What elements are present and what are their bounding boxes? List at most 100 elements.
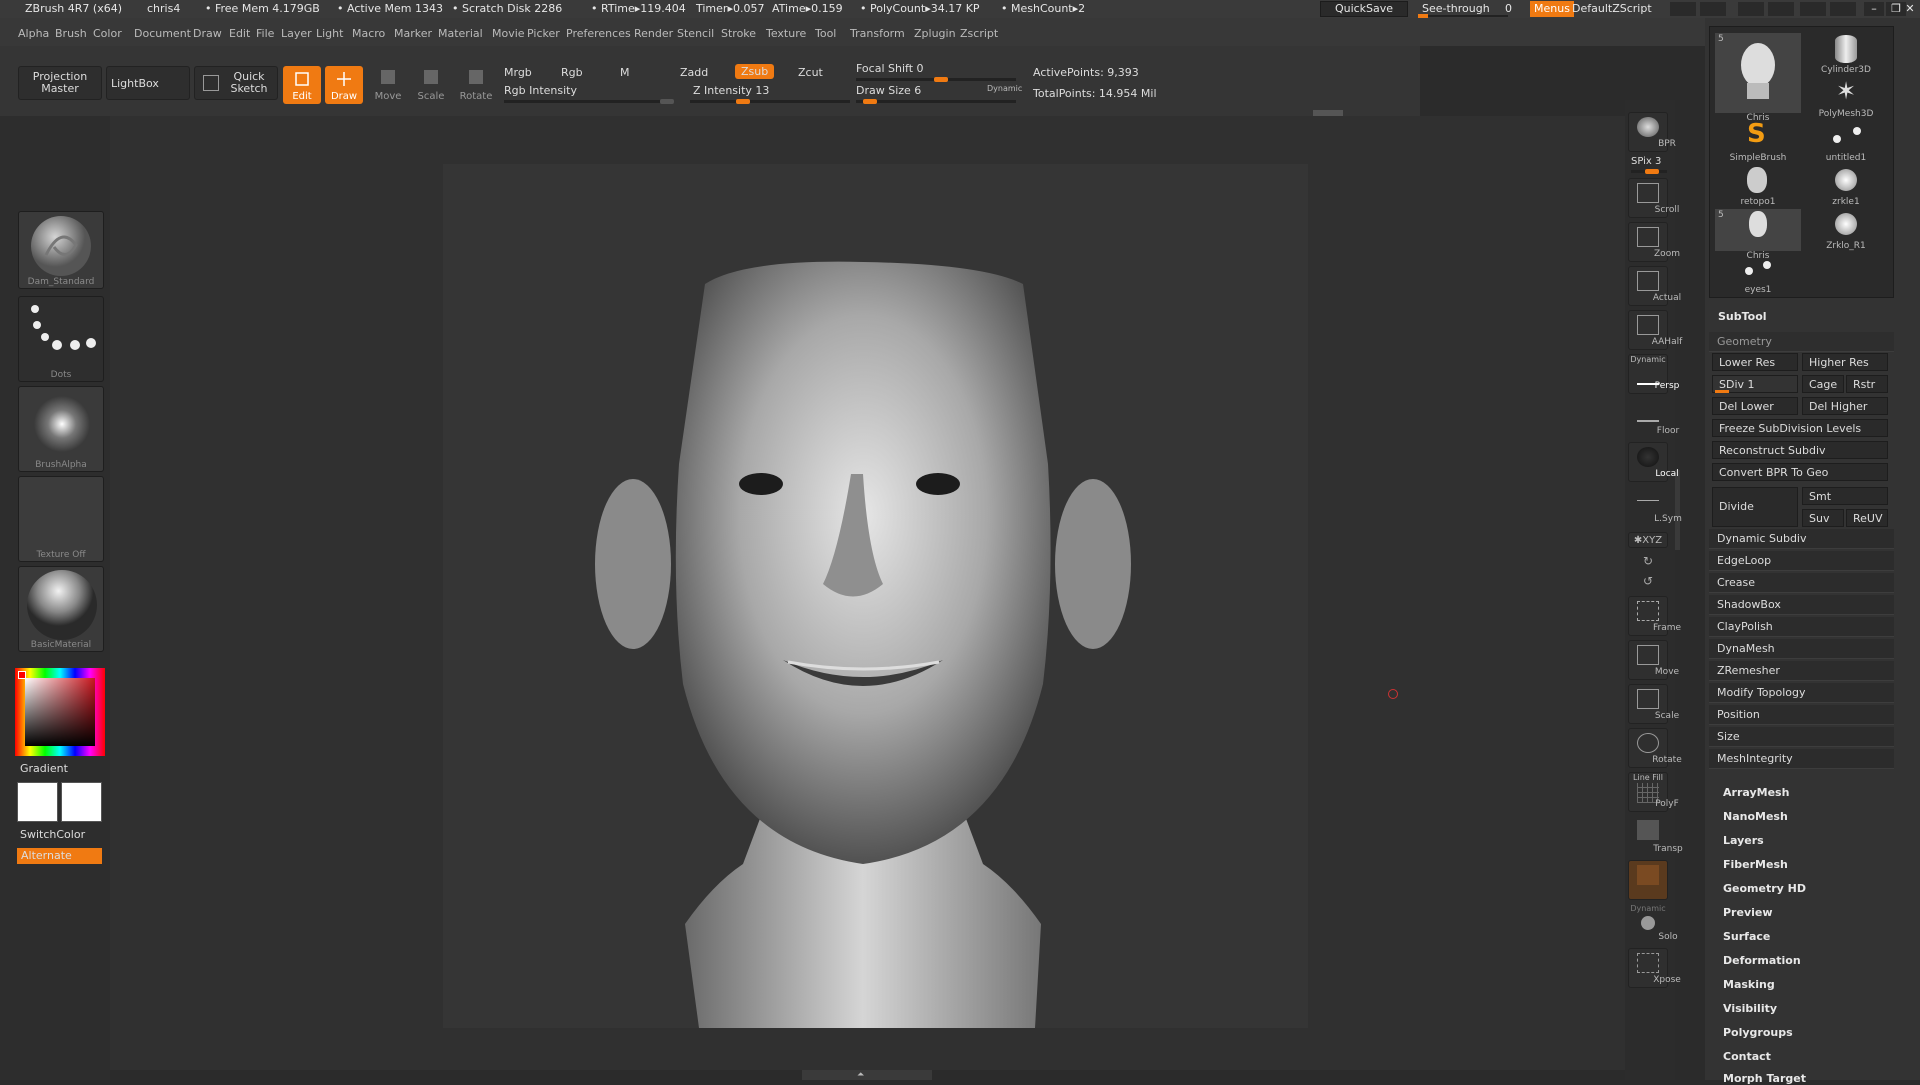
menu-stencil[interactable]: Stencil: [677, 27, 714, 40]
script-icon[interactable]: [1830, 2, 1856, 16]
lock-icon[interactable]: [1800, 2, 1826, 16]
menu-tool[interactable]: Tool: [815, 27, 836, 40]
morph-target-section[interactable]: Morph Target: [1723, 1072, 1806, 1085]
menu-texture[interactable]: Texture: [766, 27, 806, 40]
menu-render[interactable]: Render: [634, 27, 673, 40]
spix-track[interactable]: [1631, 169, 1667, 174]
menu-marker[interactable]: Marker: [394, 27, 432, 40]
rgb-button[interactable]: Rgb: [561, 66, 583, 79]
draw-size-knob[interactable]: [863, 99, 877, 104]
convert-bpr-button[interactable]: Convert BPR To Geo: [1712, 463, 1888, 481]
zsub-button[interactable]: Zsub: [735, 64, 775, 79]
menu-document[interactable]: Document: [134, 27, 191, 40]
rstr-button[interactable]: Rstr: [1846, 375, 1888, 393]
meshintegrity-section[interactable]: MeshIntegrity: [1709, 749, 1894, 769]
color-marker-icon[interactable]: [18, 671, 26, 679]
move-view-button[interactable]: Move: [1628, 640, 1679, 680]
menu-edit[interactable]: Edit: [229, 27, 250, 40]
rotate-y-icon[interactable]: ↻: [1643, 554, 1653, 568]
tool-retopo1[interactable]: retopo1: [1715, 165, 1801, 207]
smt-toggle[interactable]: Smt: [1802, 487, 1888, 505]
scale-button[interactable]: Scale: [412, 66, 450, 104]
menus-button[interactable]: Menus: [1530, 1, 1574, 17]
dynamic-button[interactable]: Dynamic: [987, 84, 1022, 93]
rgb-intensity-track[interactable]: [504, 99, 674, 104]
zcut-button[interactable]: Zcut: [798, 66, 823, 79]
z-intensity-slider[interactable]: Z Intensity 13: [693, 84, 769, 97]
tool-zrklo-r1[interactable]: Zrklo_R1: [1803, 209, 1889, 251]
scroll-button[interactable]: Scroll: [1628, 178, 1679, 218]
menu-alpha[interactable]: Alpha: [18, 27, 49, 40]
menu-draw[interactable]: Draw: [193, 27, 222, 40]
tool-chris-2[interactable]: 5 Chris: [1715, 209, 1801, 261]
layout-right-icon[interactable]: [1700, 2, 1726, 16]
spix-knob[interactable]: [1645, 169, 1659, 174]
color-square[interactable]: [25, 678, 95, 746]
quick-sketch-button[interactable]: Quick Sketch: [194, 66, 278, 100]
edgeloop-section[interactable]: EdgeLoop: [1709, 551, 1894, 571]
right-tray-handle[interactable]: [1675, 470, 1680, 550]
actual-button[interactable]: Actual: [1628, 266, 1681, 306]
menu-picker[interactable]: Picker: [527, 27, 560, 40]
document-canvas[interactable]: [443, 164, 1308, 1028]
tool-chris[interactable]: 5 Chris: [1715, 33, 1801, 123]
del-lower-button[interactable]: Del Lower: [1712, 397, 1798, 415]
polyf-button[interactable]: Line Fill PolyF: [1628, 772, 1679, 812]
menu-zplugin[interactable]: Zplugin: [914, 27, 956, 40]
frame-button[interactable]: Frame: [1628, 596, 1681, 636]
menu-material[interactable]: Material: [438, 27, 483, 40]
mrgb-button[interactable]: Mrgb: [504, 66, 532, 79]
menu-color[interactable]: Color: [93, 27, 122, 40]
sdiv-knob[interactable]: [1715, 390, 1729, 393]
palette-dock-icon[interactable]: [1768, 2, 1794, 16]
brush-selector[interactable]: Dam_Standard: [18, 211, 104, 289]
tool-cylinder3d[interactable]: Cylinder3D: [1803, 33, 1889, 75]
draw-size-slider[interactable]: Draw Size 6: [856, 84, 921, 97]
cage-button[interactable]: Cage: [1802, 375, 1844, 393]
draw-size-track[interactable]: [856, 99, 1016, 104]
scale-view-button[interactable]: Scale: [1628, 684, 1679, 724]
reconstruct-subdiv-button[interactable]: Reconstruct Subdiv: [1712, 441, 1888, 459]
tool-simplebrush[interactable]: S SimpleBrush: [1715, 119, 1801, 163]
fibermesh-section[interactable]: FiberMesh: [1723, 858, 1788, 871]
rotate-z-icon[interactable]: ↺: [1643, 574, 1653, 588]
arraymesh-section[interactable]: ArrayMesh: [1723, 786, 1789, 799]
tool-eyes1[interactable]: eyes1: [1715, 253, 1801, 295]
menu-zscript[interactable]: Zscript: [960, 27, 998, 40]
deformation-section[interactable]: Deformation: [1723, 954, 1801, 967]
del-higher-button[interactable]: Del Higher: [1802, 397, 1888, 415]
size-section[interactable]: Size: [1709, 727, 1894, 747]
zadd-button[interactable]: Zadd: [680, 66, 708, 79]
menu-light[interactable]: Light: [316, 27, 343, 40]
menu-layer[interactable]: Layer: [281, 27, 312, 40]
see-through-label[interactable]: See-through: [1422, 2, 1490, 15]
menu-transform[interactable]: Transform: [850, 27, 905, 40]
focal-shift-slider[interactable]: Focal Shift 0: [856, 62, 924, 75]
stroke-selector[interactable]: Dots: [18, 296, 104, 382]
color-picker[interactable]: [15, 668, 105, 756]
preview-section[interactable]: Preview: [1723, 906, 1773, 919]
menu-brush[interactable]: Brush: [55, 27, 87, 40]
nanomesh-section[interactable]: NanoMesh: [1723, 810, 1788, 823]
surface-section[interactable]: Surface: [1723, 930, 1770, 943]
local-button[interactable]: Local: [1628, 442, 1679, 482]
bottom-tray-handle[interactable]: ⏶: [802, 1070, 932, 1080]
subtool-header[interactable]: SubTool: [1718, 310, 1767, 323]
spix-slider[interactable]: SPix 3: [1631, 156, 1661, 167]
reuv-button[interactable]: ReUV: [1846, 509, 1888, 527]
edit-button[interactable]: Edit: [283, 66, 321, 104]
aahalf-button[interactable]: AAHalf: [1628, 310, 1682, 350]
suv-toggle[interactable]: Suv: [1802, 509, 1844, 527]
ghost-button[interactable]: [1628, 860, 1668, 900]
tool-zrkle1[interactable]: zrkle1: [1803, 165, 1889, 207]
z-intensity-track[interactable]: [690, 99, 850, 104]
zremesher-section[interactable]: ZRemesher: [1709, 661, 1894, 681]
visibility-section[interactable]: Visibility: [1723, 1002, 1777, 1015]
position-section[interactable]: Position: [1709, 705, 1894, 725]
close-icon[interactable]: ✕: [1901, 2, 1919, 16]
quicksave-button[interactable]: QuickSave: [1320, 1, 1408, 17]
freeze-subdiv-button[interactable]: Freeze SubDivision Levels: [1712, 419, 1888, 437]
projection-master-button[interactable]: Projection Master: [18, 66, 102, 100]
masking-section[interactable]: Masking: [1723, 978, 1775, 991]
secondary-color-swatch[interactable]: [61, 782, 102, 822]
